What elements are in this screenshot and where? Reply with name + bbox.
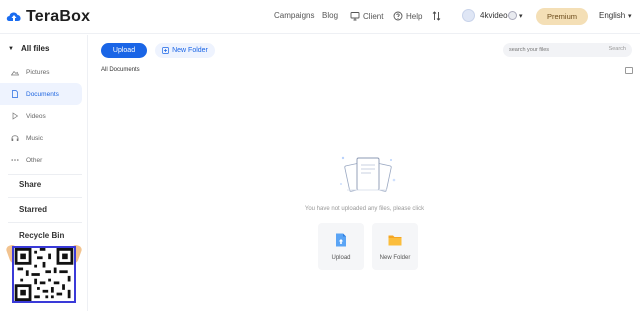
new-folder-icon — [162, 47, 169, 54]
upload-tile-label: Upload — [331, 255, 351, 261]
search-input[interactable] — [509, 45, 599, 55]
terabox-logo-icon — [6, 12, 21, 21]
folder-icon — [388, 235, 402, 246]
sidebar-item-documents[interactable]: Documents — [0, 83, 82, 105]
transfer-icon[interactable] — [432, 11, 441, 21]
nav-client[interactable]: Client — [350, 11, 383, 21]
document-icon — [12, 90, 18, 98]
vip-badge-icon — [508, 11, 517, 20]
monitor-icon — [350, 12, 360, 21]
top-bar: TeraBox Campaigns Blog Client Help 4kvid… — [0, 0, 640, 34]
username[interactable]: 4kvideo — [480, 11, 508, 20]
language-selector[interactable]: English — [599, 11, 625, 20]
premium-button[interactable]: Premium — [536, 8, 588, 25]
nav-help[interactable]: Help — [393, 11, 422, 21]
sidebar-share[interactable]: Share — [19, 180, 41, 189]
qr-code[interactable] — [12, 246, 76, 303]
picture-icon — [11, 70, 19, 76]
help-icon — [393, 11, 403, 21]
sidebar-all-files[interactable]: ▼ All files — [8, 44, 49, 53]
video-icon — [12, 112, 19, 120]
sidebar-item-pictures[interactable]: Pictures — [0, 61, 82, 83]
upload-tile[interactable]: Upload — [318, 223, 364, 270]
nav-blog[interactable]: Blog — [322, 11, 338, 20]
avatar[interactable] — [462, 9, 475, 22]
new-folder-button[interactable]: New Folder — [155, 43, 215, 58]
caret-down-icon: ▼ — [8, 45, 14, 52]
view-toggle-icon[interactable] — [625, 67, 633, 74]
sidebar-item-other[interactable]: Other — [0, 149, 82, 171]
nav-campaigns[interactable]: Campaigns — [274, 11, 314, 20]
search-box: Search — [503, 43, 632, 57]
breadcrumb: All Documents — [101, 67, 140, 73]
nav-client-label: Client — [363, 11, 384, 21]
nav-help-label: Help — [406, 11, 423, 21]
sidebar-item-music[interactable]: Music — [0, 127, 82, 149]
upload-button[interactable]: Upload — [101, 43, 147, 58]
main-content: Upload New Folder Search All Documents Y… — [89, 35, 640, 311]
sidebar-item-label: Documents — [26, 90, 59, 98]
upload-file-icon — [336, 233, 346, 247]
sidebar-item-label: Other — [26, 156, 43, 164]
qr-code-pattern-icon — [14, 247, 74, 301]
sidebar-divider — [8, 197, 82, 198]
sidebar-recycle-bin[interactable]: Recycle Bin — [19, 231, 64, 240]
sidebar-all-files-label: All files — [20, 44, 50, 53]
language-chevron-icon[interactable]: ▾ — [628, 12, 632, 20]
sidebar-divider — [8, 222, 82, 223]
sidebar-item-label: Videos — [26, 112, 46, 120]
sidebar-item-videos[interactable]: Videos — [0, 105, 82, 127]
new-folder-tile[interactable]: New Folder — [372, 223, 418, 270]
chevron-down-icon[interactable]: ▾ — [519, 12, 523, 20]
sidebar-divider — [8, 174, 82, 175]
new-folder-label: New Folder — [172, 47, 208, 54]
other-icon — [11, 159, 19, 161]
app-logo[interactable]: TeraBox — [6, 8, 90, 26]
sidebar-item-label: Music — [26, 134, 43, 142]
search-button[interactable]: Search — [609, 46, 626, 52]
empty-message: You have not uploaded any files, please … — [304, 206, 425, 212]
app-name: TeraBox — [26, 8, 91, 25]
sidebar: ▼ All files Pictures Documents Videos Mu… — [0, 35, 88, 311]
sidebar-starred[interactable]: Starred — [19, 205, 47, 214]
new-folder-tile-label: New Folder — [379, 255, 411, 261]
music-icon — [11, 135, 19, 141]
empty-folder-illustration-icon — [340, 156, 396, 192]
sidebar-item-label: Pictures — [26, 68, 50, 76]
